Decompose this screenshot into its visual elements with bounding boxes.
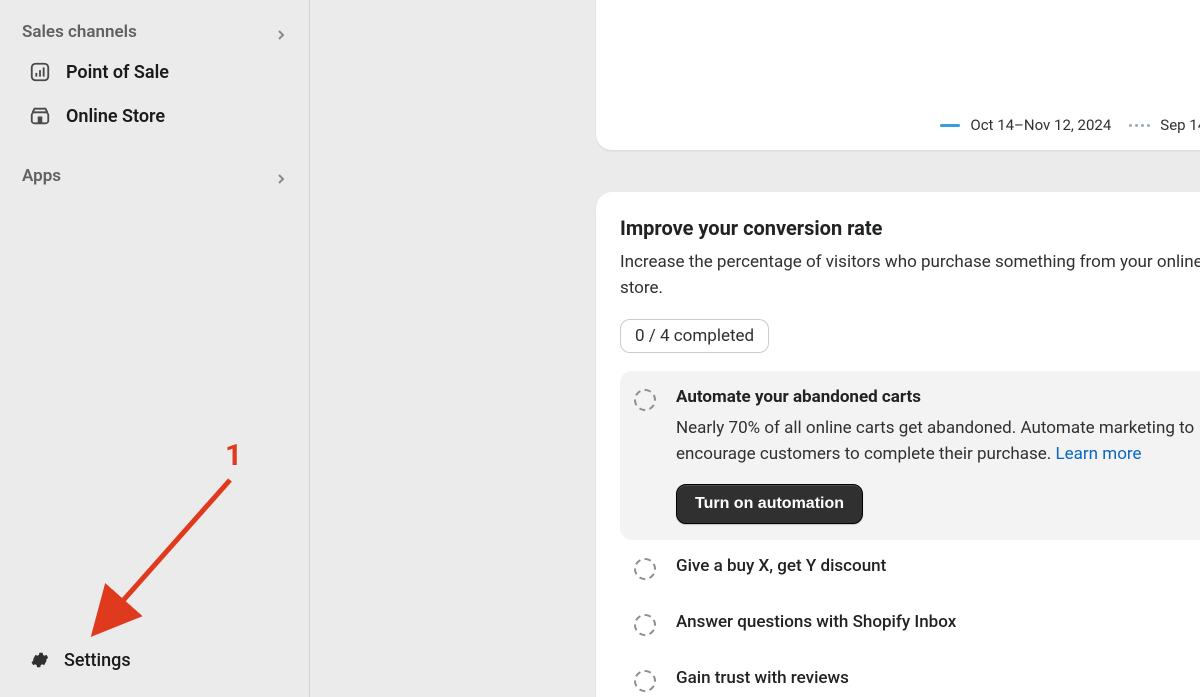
- task-item[interactable]: Automate your abandoned carts Nearly 70% …: [620, 371, 1200, 540]
- chevron-right-icon: [275, 26, 287, 38]
- chart-card: 0 Oct 14Oct 17Oct 20Oct 23Oct 26Oct 29 O…: [596, 0, 1200, 150]
- task-status-circle: [634, 558, 656, 580]
- sidebar-item-point-of-sale[interactable]: Point of Sale: [0, 50, 309, 94]
- legend-label: Oct 14–Nov 12, 2024: [970, 116, 1111, 134]
- task-item[interactable]: Give a buy X, get Y discount: [620, 540, 1200, 596]
- conversion-card: Improve your conversion rate Increase th…: [596, 192, 1200, 697]
- sales-channels-label: Sales channels: [22, 22, 137, 42]
- learn-more-link[interactable]: Learn more: [1056, 444, 1142, 464]
- apps-label: Apps: [22, 166, 61, 186]
- task-description: Nearly 70% of all online carts get aband…: [676, 415, 1200, 468]
- settings-label: Settings: [64, 650, 131, 671]
- progress-pill: 0 / 4 completed: [620, 319, 769, 353]
- pos-icon: [28, 60, 52, 84]
- sidebar-item-label: Point of Sale: [66, 62, 169, 83]
- legend-item-compare: Sep 14–: [1129, 116, 1200, 134]
- chart-legend: Oct 14–Nov 12, 2024 Sep 14–: [620, 116, 1200, 134]
- conversion-title: Improve your conversion rate: [620, 216, 1200, 240]
- sidebar-item-label: Online Store: [66, 106, 165, 127]
- sidebar-item-online-store[interactable]: Online Store: [0, 94, 309, 138]
- conversion-subtitle: Increase the percentage of visitors who …: [620, 250, 1200, 301]
- task-item[interactable]: Answer questions with Shopify Inbox: [620, 596, 1200, 652]
- settings-link[interactable]: Settings: [0, 639, 309, 681]
- task-title: Automate your abandoned carts: [676, 387, 1200, 407]
- turn-on-automation-button[interactable]: Turn on automation: [676, 484, 863, 524]
- task-item[interactable]: Gain trust with reviews: [620, 652, 1200, 697]
- store-icon: [28, 104, 52, 128]
- legend-label: Sep 14–: [1160, 116, 1200, 134]
- gear-icon: [28, 649, 50, 671]
- sales-channels-header[interactable]: Sales channels: [0, 14, 309, 50]
- apps-header[interactable]: Apps: [0, 158, 309, 194]
- task-status-circle: [634, 614, 656, 636]
- task-title: Gain trust with reviews: [676, 668, 1200, 688]
- sidebar: Sales channels Point of Sale Online Stor…: [0, 0, 310, 697]
- legend-item-current: Oct 14–Nov 12, 2024: [940, 116, 1111, 134]
- legend-swatch-solid: [940, 124, 960, 127]
- task-title: Give a buy X, get Y discount: [676, 556, 1200, 576]
- task-status-circle: [634, 389, 656, 411]
- annotation-number: 1: [225, 438, 242, 473]
- main-content: 0 Oct 14Oct 17Oct 20Oct 23Oct 26Oct 29 O…: [310, 0, 1200, 697]
- task-title: Answer questions with Shopify Inbox: [676, 612, 1200, 632]
- legend-swatch-dotted: [1129, 124, 1150, 127]
- chart-lines: [624, 0, 1200, 10]
- chevron-right-icon: [275, 170, 287, 182]
- task-status-circle: [634, 670, 656, 692]
